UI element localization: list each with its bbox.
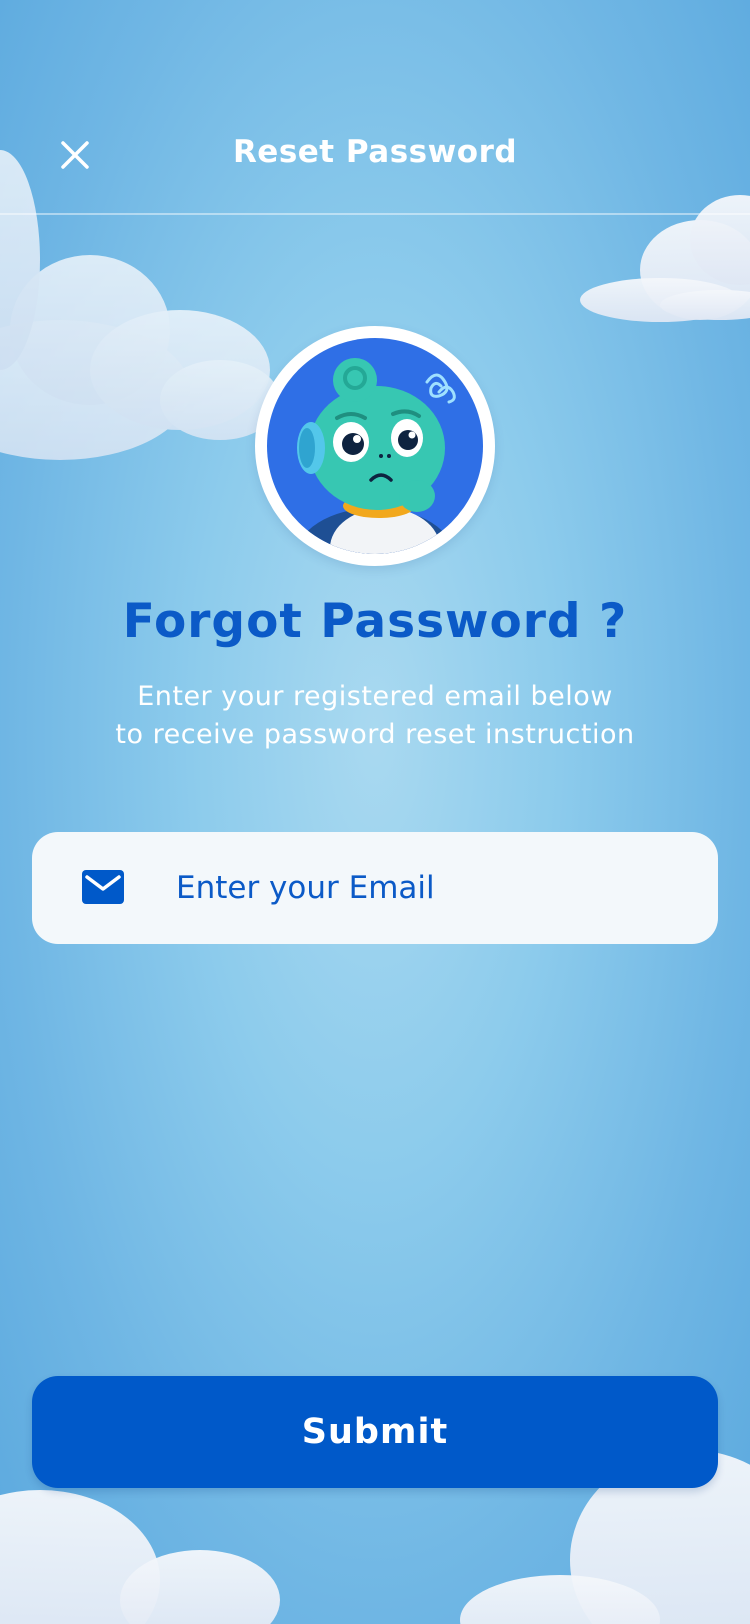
instruction-line-2: to receive password reset instruction xyxy=(115,719,635,750)
avatar xyxy=(255,326,495,566)
mascot-illustration xyxy=(295,358,456,554)
email-field[interactable] xyxy=(32,832,718,944)
instruction-text: Enter your registered email below to rec… xyxy=(0,678,750,754)
page-title: Reset Password xyxy=(232,134,518,170)
forgot-password-heading: Forgot Password ? xyxy=(122,594,628,649)
email-input[interactable] xyxy=(176,832,696,944)
header-divider xyxy=(0,213,750,215)
instruction-line-1: Enter your registered email below xyxy=(137,681,613,712)
mail-icon xyxy=(82,870,124,904)
header-bar: Reset Password xyxy=(0,0,750,215)
confused-mascot-avatar xyxy=(267,338,483,554)
reset-password-screen: Reset Password Forgot Password ? Enter y… xyxy=(0,0,750,1624)
submit-button[interactable]: Submit xyxy=(32,1376,718,1488)
